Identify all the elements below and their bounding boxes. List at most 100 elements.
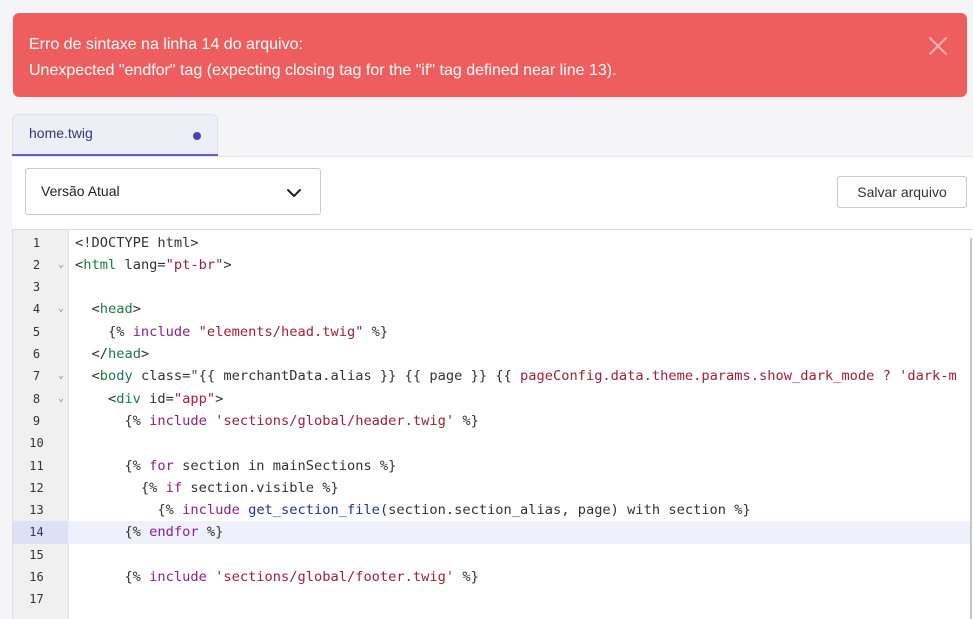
line-number: 10: [29, 436, 44, 451]
code-token: 'sections/global/footer.twig': [215, 569, 455, 585]
code-token: <: [75, 368, 100, 385]
code-token: "elements/head.twig": [198, 323, 364, 340]
code-text: {% include 'sections/global/header.twig'…: [75, 410, 479, 432]
code-token: include: [132, 323, 191, 340]
code-token: head: [107, 346, 141, 362]
code-token: endfor: [149, 524, 199, 541]
code-token: {%: [75, 323, 133, 340]
line-number: 5: [32, 324, 41, 339]
fold-chevron-icon[interactable]: ⌄: [58, 369, 64, 383]
code-token: {%: [75, 524, 150, 541]
code-token: include: [149, 569, 207, 585]
code-text: <head>: [75, 298, 141, 320]
line-number: 15: [29, 547, 44, 562]
code-line[interactable]: 2 ⌄ <html lang="pt-br">: [13, 254, 970, 276]
code-token: section.visible %}: [182, 479, 339, 496]
code-text: {% endfor %}: [75, 521, 223, 543]
fold-chevron-icon[interactable]: ⌄: [58, 258, 64, 272]
code-token: <!DOCTYPE html>: [75, 234, 199, 251]
code-token: "app": [173, 390, 216, 407]
save-file-button[interactable]: Salvar arquivo: [837, 176, 967, 208]
code-text: {% include 'sections/global/footer.twig'…: [75, 566, 478, 588]
code-text: <html lang="pt-br">: [75, 254, 232, 276]
code-token: </: [75, 346, 108, 362]
error-banner: Erro de sintaxe na linha 14 do arquivo: …: [13, 13, 967, 97]
version-select-value: Versão Atual: [41, 183, 120, 199]
fold-chevron-icon[interactable]: ⌄: [58, 392, 64, 406]
code-token: <: [75, 390, 117, 407]
code-line[interactable]: 11 {% for section in mainSections %}: [13, 455, 970, 477]
line-number: 12: [29, 480, 44, 495]
close-icon[interactable]: [927, 35, 949, 57]
code-line[interactable]: 6 </head>: [13, 343, 970, 365]
code-token: <: [75, 301, 100, 318]
code-token: for: [149, 457, 174, 474]
code-token: section in mainSections %}: [173, 457, 397, 474]
code-token: head: [99, 301, 133, 318]
code-token: %}: [363, 323, 389, 340]
line-number: 14: [13, 521, 68, 544]
code-token: if: [165, 479, 183, 496]
code-line[interactable]: 5 {% include "elements/head.twig" %}: [13, 321, 970, 343]
code-text: {% if section.visible %}: [75, 477, 339, 499]
code-line[interactable]: 7 ⌄ <body class="{{ merchantData.alias }}…: [13, 365, 970, 387]
error-message: Unexpected "endfor" tag (expecting closi…: [29, 62, 617, 79]
code-token: {%: [75, 457, 150, 474]
code-line[interactable]: 16 {% include 'sections/global/footer.tw…: [13, 566, 970, 588]
code-token: {%: [75, 569, 150, 585]
code-line[interactable]: 17: [13, 588, 970, 610]
code-line[interactable]: 8 ⌄ <div id="app">: [13, 388, 970, 410]
editor-scrollbar[interactable]: [970, 238, 972, 619]
code-line[interactable]: 15: [13, 544, 970, 566]
code-line[interactable]: 1 <!DOCTYPE html>: [13, 232, 970, 254]
code-token: (section.section_alias, page) with secti…: [379, 502, 751, 519]
code-line[interactable]: 9 {% include 'sections/global/header.twi…: [13, 410, 970, 432]
code-token: >: [140, 346, 150, 362]
chevron-down-icon: [286, 185, 302, 201]
code-token: pageConfig.data.theme.params.show_dark_m…: [520, 368, 957, 385]
line-number: 9: [32, 413, 41, 428]
code-token: include: [182, 502, 240, 519]
code-text: {% include get_section_file(section.sect…: [75, 499, 751, 521]
code-token: body: [99, 368, 133, 385]
code-token: include: [149, 412, 207, 429]
code-token: {%: [75, 412, 150, 429]
tab-home-twig[interactable]: home.twig: [12, 114, 218, 156]
unsaved-dot-icon: [193, 132, 201, 140]
line-number: 6: [32, 347, 41, 361]
code-token: div: [116, 390, 141, 407]
code-line[interactable]: 14 {% endfor %}: [13, 521, 970, 544]
code-line[interactable]: 3: [13, 276, 970, 298]
code-token: lang=: [116, 256, 166, 273]
code-token: {%: [75, 479, 166, 496]
code-token: %}: [454, 412, 479, 429]
code-line[interactable]: 10: [13, 432, 970, 454]
code-token: %}: [198, 524, 224, 541]
code-token: id=: [140, 390, 174, 407]
code-token: html: [83, 256, 117, 273]
code-editor[interactable]: 1 <!DOCTYPE html> 2 ⌄ <html lang="pt-br"> 3 4 ⌄…: [12, 229, 972, 619]
code-token: "pt-br": [165, 256, 224, 273]
code-line[interactable]: 4 ⌄ <head>: [13, 298, 970, 320]
code-token: get_section_file: [248, 502, 380, 519]
code-token: {%: [75, 502, 183, 519]
line-number: 3: [32, 280, 41, 295]
code-text: <!DOCTYPE html>: [75, 232, 199, 254]
version-select[interactable]: Versão Atual: [25, 168, 321, 215]
code-line[interactable]: 12 {% if section.visible %}: [13, 477, 970, 499]
line-number: 11: [29, 458, 44, 473]
code-token: >: [132, 301, 141, 318]
error-title: Erro de sintaxe na linha 14 do arquivo:: [29, 36, 303, 53]
fold-chevron-icon[interactable]: ⌄: [58, 302, 64, 316]
line-number: 1: [32, 235, 41, 250]
code-line[interactable]: 13 {% include get_section_file(section.s…: [13, 499, 970, 521]
code-text: {% include "elements/head.twig" %}: [75, 321, 388, 343]
code-text: </head>: [75, 343, 149, 365]
code-token: >: [215, 390, 224, 407]
code-token: ": [190, 368, 199, 385]
code-text: <div id="app">: [75, 388, 223, 410]
line-number: 13: [29, 503, 44, 518]
